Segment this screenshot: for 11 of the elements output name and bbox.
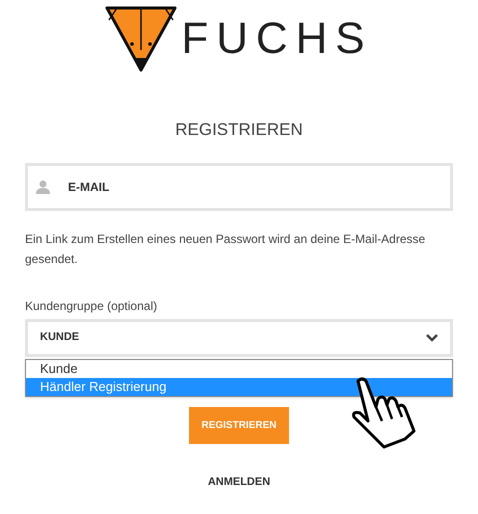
customer-group-select[interactable]: KUNDE: [25, 318, 453, 356]
chevron-down-icon: [426, 334, 438, 342]
page-title: REGISTRIEREN: [174, 119, 304, 141]
help-text: Ein Link zum Erstellen eines neuen Passwort wird an deine E-Mail-Adresse gesendet.: [25, 230, 426, 268]
user-icon: [36, 180, 50, 194]
dropdown-option[interactable]: Kunde: [26, 360, 452, 378]
email-field[interactable]: E-MAIL: [25, 162, 453, 210]
login-link[interactable]: ANMELDEN: [208, 474, 270, 490]
fox-logo-icon: [105, 6, 178, 72]
logo-text: FUCHS: [181, 17, 373, 61]
field-label: Kundengruppe (optional): [25, 298, 158, 314]
